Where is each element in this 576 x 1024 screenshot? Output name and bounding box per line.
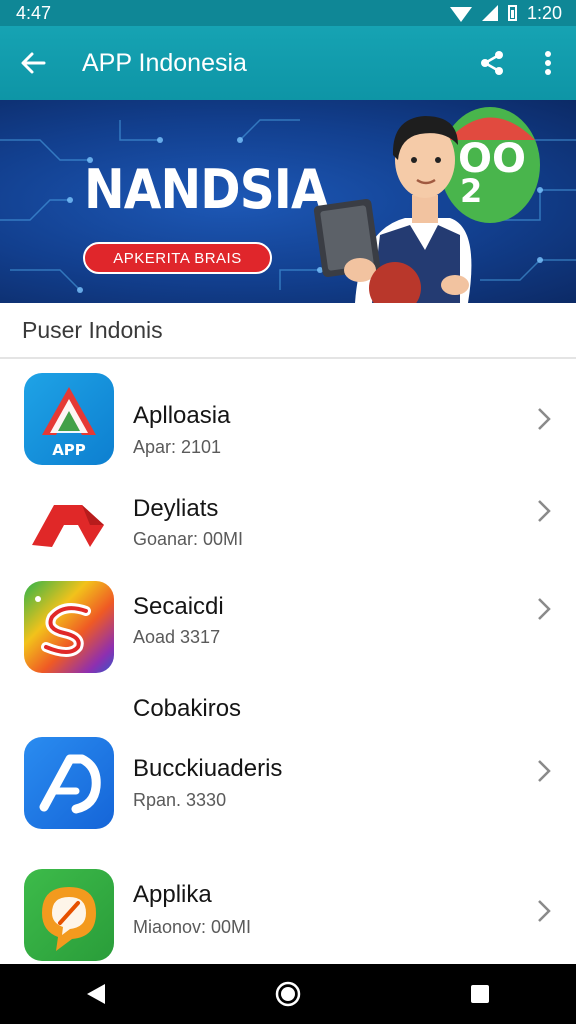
chevron-right-icon (530, 757, 558, 785)
more-vert-icon (545, 51, 551, 75)
mascot-illustration: OO 2 (313, 107, 540, 303)
app-name: Applika (133, 881, 212, 908)
app-meta: Apar: 2101 (133, 437, 222, 457)
more-options-button[interactable] (520, 26, 576, 100)
chevron-right-icon (530, 497, 558, 525)
system-nav-bar (0, 964, 576, 1024)
blue-a-logo-icon (24, 737, 114, 829)
list-item[interactable]: Bucckiuaderis Rpan. 3330 (0, 735, 576, 835)
app-name: Bucckiuaderis (133, 755, 283, 782)
battery-icon (507, 5, 517, 21)
status-icons: 1:20 (449, 2, 562, 24)
app-icon-label: APP (52, 441, 86, 459)
nav-recents-button[interactable] (450, 964, 510, 1024)
orange-chat-logo-icon (24, 869, 114, 961)
share-icon (481, 51, 503, 75)
app-name: Secaicdi (133, 593, 224, 620)
app-meta: Rpan. 3330 (133, 790, 227, 810)
status-clock: 1:20 (526, 2, 562, 23)
square-recents-icon (471, 985, 489, 1003)
app-a-logo-icon: APP (24, 373, 114, 465)
nav-home-button[interactable] (258, 964, 318, 1024)
app-meta: Aoad 3317 (133, 627, 221, 647)
nav-back-button[interactable] (66, 964, 126, 1024)
red-chevron-logo-icon (24, 475, 114, 567)
app-name: Aplloasia (133, 402, 231, 429)
section-header: Puser Indonis (0, 303, 576, 359)
banner-cta-pill[interactable]: APKERITA BRAIS (83, 242, 272, 274)
app-bar: APP Indonesia (0, 26, 576, 100)
chevron-right-icon (530, 595, 558, 623)
app-name: Deyliats (133, 495, 219, 522)
app-meta: Miaonov: 00MI (133, 917, 252, 937)
back-button[interactable] (0, 26, 66, 100)
chevron-right-icon (530, 405, 558, 433)
promo-banner[interactable]: NANDSIA APKERITA BRAIS OO 2 (0, 100, 576, 303)
list-item[interactable]: Deyliats Goanar: 00MI (0, 475, 576, 575)
list-item[interactable]: APP Aplloasia Apar: 2101 (0, 371, 576, 471)
bubble-bottom-text: 2 (460, 172, 482, 210)
banner-title: NANDSIA (84, 158, 329, 221)
wifi-icon (449, 6, 472, 22)
status-bar: 4:47 1:20 (0, 0, 576, 26)
app-meta: Goanar: 00MI (133, 529, 244, 549)
circle-home-icon (275, 981, 301, 1007)
signal-icon (481, 5, 498, 21)
triangle-back-icon (87, 984, 105, 1004)
list-item[interactable]: Applika Miaonov: 00MI (0, 869, 576, 969)
chevron-right-icon (530, 897, 558, 925)
subheading: Cobakiros (133, 695, 242, 722)
share-button[interactable] (464, 26, 520, 100)
colorful-s-logo-icon (24, 581, 114, 673)
status-time: 4:47 (16, 2, 52, 23)
arrow-back-icon (21, 52, 46, 74)
page-title: APP Indonesia (82, 48, 247, 77)
list-item[interactable]: Secaicdi Aoad 3317 (0, 581, 576, 681)
